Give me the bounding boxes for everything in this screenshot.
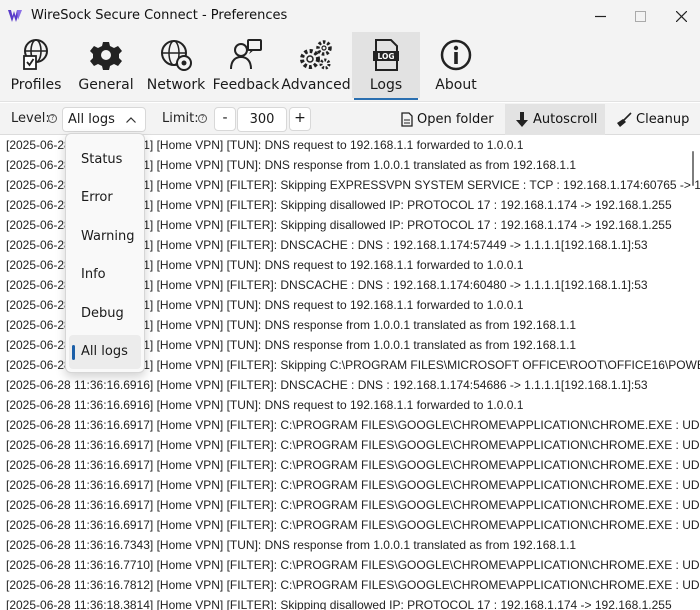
level-label: Level: xyxy=(11,111,50,126)
tab-label: Feedback xyxy=(212,77,280,93)
arrow-down-icon xyxy=(516,112,528,127)
tab-general[interactable]: General xyxy=(78,32,134,98)
level-option-warning[interactable]: Warning xyxy=(69,220,141,254)
level-option-error[interactable]: Error xyxy=(69,181,141,215)
tab-label: Profiles xyxy=(10,77,62,93)
gear-icon xyxy=(90,42,122,70)
tab-feedback[interactable]: Feedback xyxy=(212,32,280,98)
log-line: [2025-06-28 11:36:16.6917] [Home VPN] [F… xyxy=(6,418,700,432)
network-icon xyxy=(161,40,192,71)
tab-logs[interactable]: LOG Logs xyxy=(352,32,420,100)
profiles-icon xyxy=(23,39,48,70)
broom-icon xyxy=(617,112,632,127)
log-line: [2025-06-28 11:36:16.6917] [Home VPN] [F… xyxy=(6,458,700,472)
limit-label: Limit: xyxy=(162,111,199,126)
limit-input[interactable]: 300 xyxy=(237,107,287,132)
maximize-button[interactable] xyxy=(617,0,663,32)
level-option-all-logs[interactable]: All logs xyxy=(69,335,141,369)
vertical-scrollbar-thumb[interactable] xyxy=(692,151,694,186)
tab-about[interactable]: About xyxy=(426,32,486,98)
cleanup-label: Cleanup xyxy=(636,112,690,127)
level-option-label: All logs xyxy=(81,344,128,359)
tab-label: General xyxy=(78,77,134,93)
tab-label: About xyxy=(435,77,477,93)
limit-help-icon[interactable]: ? xyxy=(198,114,207,123)
minimize-icon xyxy=(594,15,606,17)
active-tab-indicator xyxy=(354,98,418,100)
maximize-icon xyxy=(634,10,646,22)
level-dropdown-menu: Status Error Warning Info Debug All logs xyxy=(65,133,145,373)
log-line: [2025-06-28 11:36:16.6916] [Home VPN] [T… xyxy=(6,398,524,412)
tab-label: Advanced xyxy=(281,77,351,93)
wiresock-logo-icon xyxy=(8,10,22,22)
autoscroll-toggle[interactable]: Autoscroll xyxy=(505,104,605,135)
tab-label: Network xyxy=(146,77,206,93)
tab-advanced[interactable]: Advanced xyxy=(281,32,351,98)
tab-profiles[interactable]: Profiles xyxy=(6,32,66,98)
tab-label: Logs xyxy=(369,77,403,93)
autoscroll-label: Autoscroll xyxy=(533,112,598,127)
feedback-icon xyxy=(230,39,262,70)
chevron-up-icon xyxy=(126,117,136,123)
close-icon xyxy=(675,10,687,22)
open-folder-label: Open folder xyxy=(417,112,494,127)
info-icon xyxy=(440,39,472,71)
cleanup-button[interactable]: Cleanup xyxy=(616,104,696,135)
level-help-icon[interactable]: ? xyxy=(48,114,57,123)
log-line: [2025-06-28 11:36:16.6916] [Home VPN] [F… xyxy=(6,378,648,392)
tab-network[interactable]: Network xyxy=(146,32,206,98)
log-line: [2025-06-28 11:36:16.6917] [Home VPN] [F… xyxy=(6,498,700,512)
log-line: [2025-06-28 11:36:16.6917] [Home VPN] [F… xyxy=(6,518,700,532)
main-toolbar: Profiles General Network Feedback Advanc… xyxy=(0,32,700,102)
level-option-info[interactable]: Info xyxy=(69,258,141,292)
window-title: WireSock Secure Connect - Preferences xyxy=(31,8,288,23)
log-line: [2025-06-28 11:36:18.3814] [Home VPN] [F… xyxy=(6,598,672,610)
svg-text:LOG: LOG xyxy=(377,52,394,61)
log-icon: LOG xyxy=(373,39,399,71)
selection-indicator xyxy=(72,345,75,360)
document-icon xyxy=(401,112,413,127)
log-filter-bar: Level: ? All logs Limit: ? - 300 + Open … xyxy=(0,103,700,135)
level-option-status[interactable]: Status xyxy=(69,143,141,177)
log-line: [2025-06-28 11:36:16.6917] [Home VPN] [F… xyxy=(6,438,700,452)
level-select-value: All logs xyxy=(68,112,115,127)
advanced-gears-icon xyxy=(300,40,332,70)
log-line: [2025-06-28 11:36:16.7343] [Home VPN] [T… xyxy=(6,538,577,552)
log-line: [2025-06-28 11:36:16.7812] [Home VPN] [F… xyxy=(6,578,700,592)
log-line: [2025-06-28 11:36:16.6917] [Home VPN] [F… xyxy=(6,478,700,492)
title-bar: WireSock Secure Connect - Preferences xyxy=(0,0,700,32)
level-select[interactable]: All logs xyxy=(62,107,146,132)
level-option-debug[interactable]: Debug xyxy=(69,297,141,331)
log-line: [2025-06-28 11:36:16.7710] [Home VPN] [F… xyxy=(6,558,700,572)
close-button[interactable] xyxy=(658,0,700,32)
limit-decrement-button[interactable]: - xyxy=(214,107,236,131)
open-folder-button[interactable]: Open folder xyxy=(401,104,501,135)
limit-increment-button[interactable]: + xyxy=(289,107,311,131)
